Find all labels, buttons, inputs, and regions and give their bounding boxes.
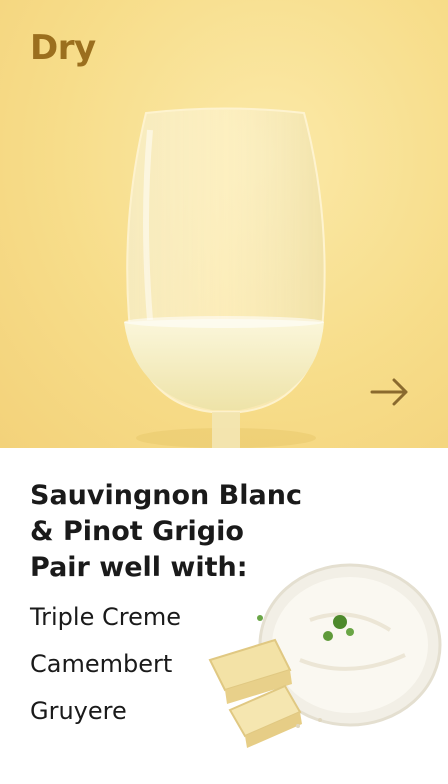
cheese-image — [208, 563, 442, 748]
arrow-right-icon[interactable] — [366, 372, 412, 412]
headline-line: & Pinot Grigio — [30, 516, 244, 547]
hero-panel: Dry — [0, 0, 448, 448]
headline-line: Sauvingnon Blanc — [30, 480, 302, 511]
